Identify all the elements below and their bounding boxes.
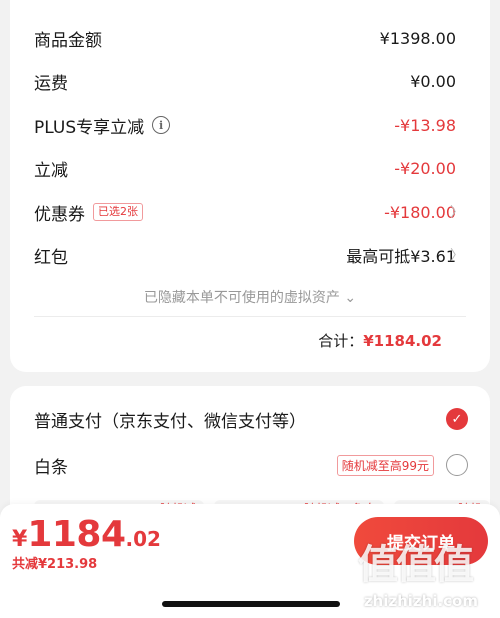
instant-discount-value: -¥20.00 [394, 158, 456, 178]
shipping-value: ¥0.00 [410, 71, 456, 91]
coupon-row[interactable]: 优惠券 已选2张 -¥180.00 [34, 198, 456, 226]
goods-amount-row: 商品金额 ¥1398.00 [34, 24, 456, 52]
baitiao-promo-badge: 随机减至高99元 [336, 454, 434, 476]
total-value: ¥1184.02 [363, 332, 442, 350]
radio-unchecked-icon[interactable] [446, 454, 468, 476]
redpacket-row[interactable]: 红包 最高可抵¥3.61 [34, 241, 456, 269]
redpacket-value: 最高可抵¥3.61 [346, 247, 456, 266]
site-watermark-url: zhizhizhi.com [363, 592, 478, 610]
chevron-right-icon[interactable]: 〉 [450, 202, 464, 222]
currency-symbol: ¥ [12, 527, 28, 552]
order-summary-card: 商品金额 ¥1398.00 运费 ¥0.00 PLUS专享立减 i -¥13.9… [10, 0, 490, 372]
total-label: 合计： [318, 332, 364, 350]
coupon-label: 优惠券 [34, 204, 85, 225]
site-watermark: 值值值 [358, 542, 474, 588]
instant-discount-row: 立减 -¥20.00 [34, 154, 456, 182]
shipping-label: 运费 [34, 73, 68, 94]
plus-discount-label: PLUS专享立减 [34, 117, 145, 138]
normal-payment-label: 普通支付（京东支付、微信支付等） [34, 411, 306, 432]
coupon-selected-badge: 已选2张 [93, 203, 143, 221]
divider [34, 316, 466, 317]
redpacket-label: 红包 [34, 247, 68, 268]
hidden-assets-toggle[interactable]: 已隐藏本单不可使用的虚拟资产 ⌄ [10, 287, 490, 307]
instant-discount-label: 立减 [34, 160, 68, 181]
baitiao-label: 白条 [34, 457, 68, 478]
total-saved: 共减¥213.98 [12, 557, 98, 572]
chevron-right-icon[interactable]: 〉 [450, 245, 464, 265]
price-integer: 1184 [27, 514, 126, 555]
shipping-row: 运费 ¥0.00 [34, 67, 456, 95]
order-total: 合计：¥1184.02 [318, 330, 442, 351]
coupon-value: -¥180.00 [384, 202, 456, 222]
check-circle-icon[interactable]: ✓ [446, 408, 468, 430]
goods-amount-label: 商品金额 [34, 30, 102, 51]
baitiao-payment-option[interactable]: 白条 随机减至高99元 [34, 451, 468, 479]
price-decimal: .02 [125, 527, 161, 551]
plus-discount-row: PLUS专享立减 i -¥13.98 [34, 111, 456, 139]
goods-amount-value: ¥1398.00 [379, 28, 456, 48]
payable-price: ¥ 1184 .02 [12, 514, 161, 555]
home-indicator[interactable] [162, 601, 340, 607]
info-circle-icon[interactable]: i [152, 116, 171, 134]
plus-discount-value: -¥13.98 [394, 115, 456, 135]
normal-payment-option[interactable]: 普通支付（京东支付、微信支付等） ✓ [34, 405, 468, 433]
